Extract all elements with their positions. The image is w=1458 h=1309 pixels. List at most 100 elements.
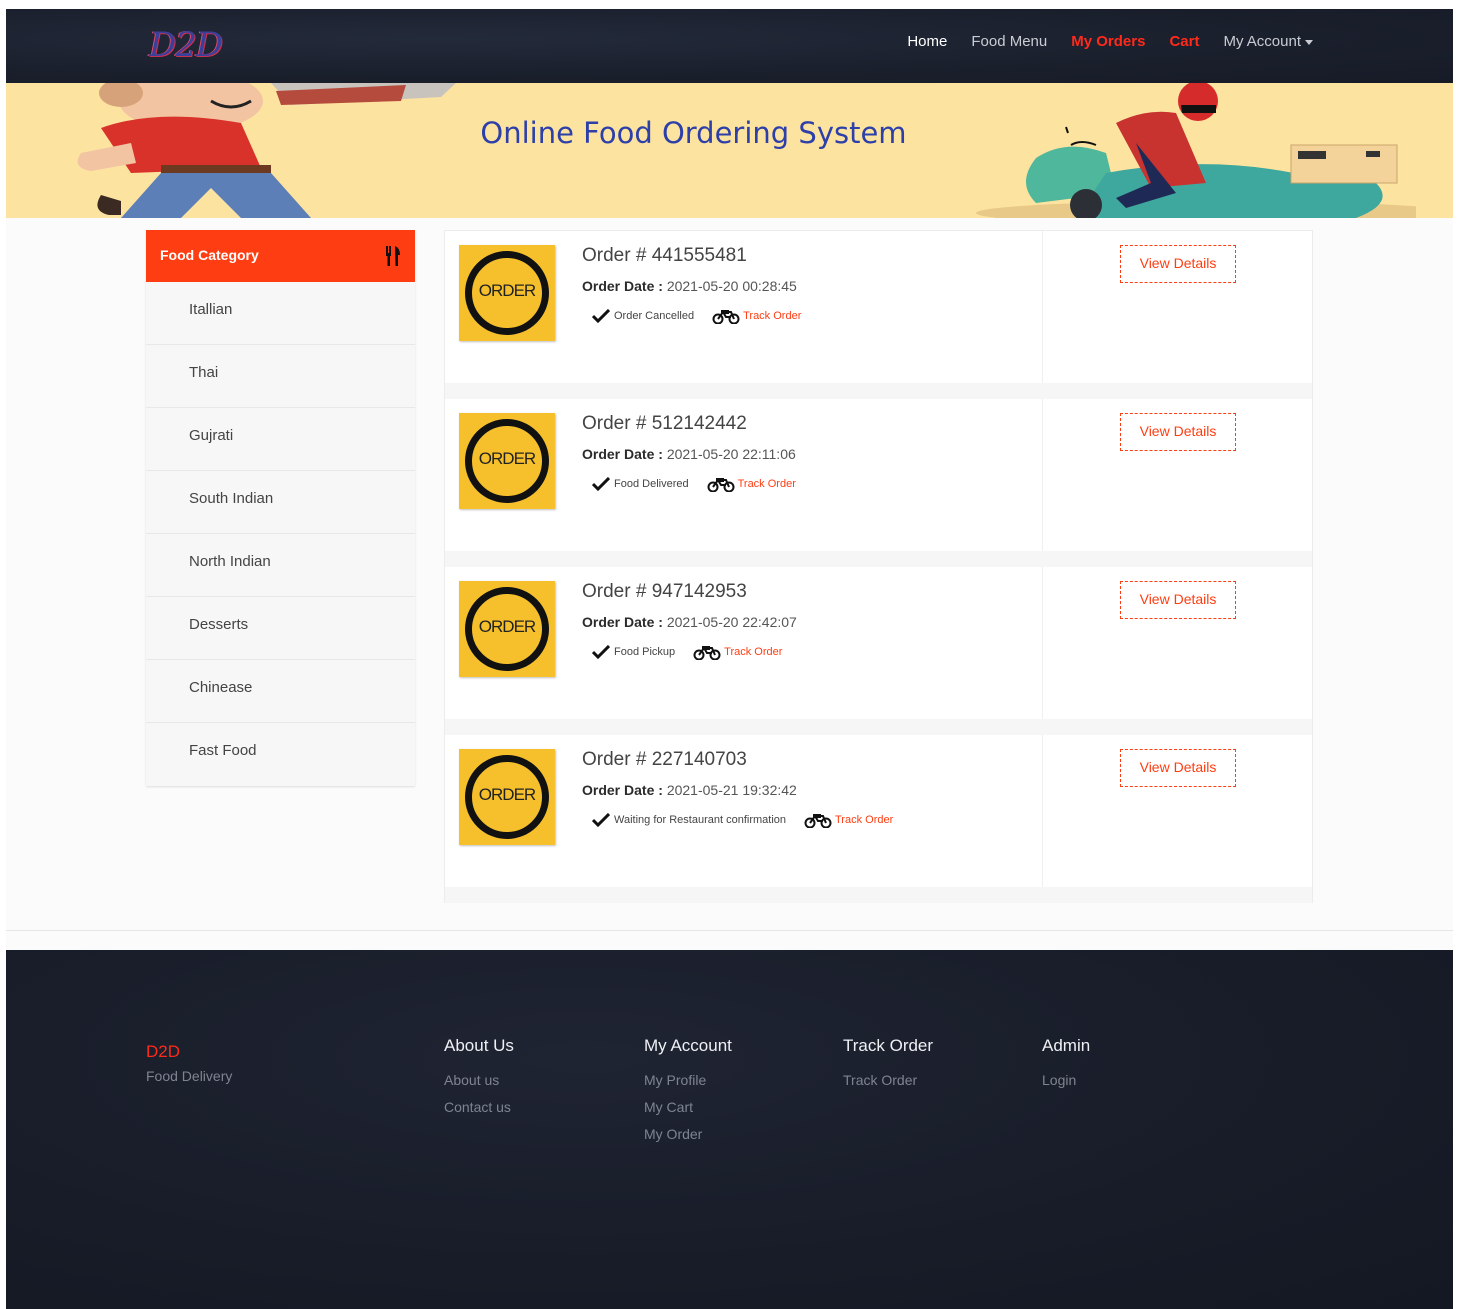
order-date: Order Date : 2021-05-20 00:28:45 (582, 278, 797, 294)
track-order-label: Track Order (743, 310, 802, 322)
footer-column-title: Admin (1042, 1036, 1091, 1055)
page: D2D Home Food Menu My Orders Cart My Acc… (6, 9, 1453, 1309)
view-details-button[interactable]: View Details (1120, 749, 1236, 787)
order-date-label: Order Date : (582, 446, 663, 462)
footer-link-login[interactable]: Login (1042, 1072, 1090, 1088)
footer-column-about: About Us About us Contact us (444, 1036, 514, 1126)
order-card: ORDER Order # 227140703 Order Date : 202… (445, 735, 1312, 903)
category-item-desserts[interactable]: Desserts (146, 597, 415, 660)
footer-brand: D2D Food Delivery (146, 1042, 232, 1084)
footer-column-title: My Account (644, 1036, 732, 1055)
category-item-fast-food[interactable]: Fast Food (146, 723, 415, 786)
order-thumbnail-label: ORDER (478, 281, 536, 300)
order-card: ORDER Order # 947142953 Order Date : 202… (445, 567, 1312, 735)
order-divider (445, 719, 1312, 735)
order-status-text: Food Pickup (614, 646, 676, 658)
category-item-thai[interactable]: Thai (146, 345, 415, 408)
track-order-link[interactable]: Track Order (804, 812, 893, 828)
order-actions-panel: View Details (1042, 399, 1312, 551)
order-date-value: 2021-05-21 19:32:42 (666, 782, 797, 798)
top-navbar: D2D Home Food Menu My Orders Cart My Acc… (6, 9, 1453, 83)
delivery-scooter-illustration (976, 83, 1416, 218)
order-status-row: Order Cancelled Track Order (592, 308, 801, 324)
food-category-title: Food Category (160, 247, 259, 263)
footer-column-my-account: My Account My Profile My Cart My Order (644, 1036, 732, 1153)
view-details-button[interactable]: View Details (1120, 581, 1236, 619)
track-order-label: Track Order (737, 478, 796, 490)
motorcycle-icon (712, 310, 740, 324)
category-item-gujrati[interactable]: Gujrati (146, 408, 415, 471)
motorcycle-icon (804, 814, 832, 828)
order-thumbnail: ORDER (459, 413, 555, 509)
footer-column-title: About Us (444, 1036, 514, 1055)
order-divider (445, 383, 1312, 399)
checkmark-icon (592, 309, 610, 323)
order-status-text: Order Cancelled (614, 310, 695, 322)
nav-my-account-dropdown[interactable]: My Account (1223, 33, 1313, 50)
category-item-north-indian[interactable]: North Indian (146, 534, 415, 597)
view-details-button[interactable]: View Details (1120, 245, 1236, 283)
order-date-label: Order Date : (582, 278, 663, 294)
order-date-label: Order Date : (582, 614, 663, 630)
category-item-south-indian[interactable]: South Indian (146, 471, 415, 534)
footer-column-title: Track Order (843, 1036, 934, 1055)
nav-home-link[interactable]: Home (907, 33, 947, 50)
food-category-sidebar: Food Category Itallian Thai Gujrati Sout… (146, 230, 415, 786)
motorcycle-icon (707, 478, 735, 492)
order-date-label: Order Date : (582, 782, 663, 798)
order-status-row: Food Delivered Track Order (592, 476, 796, 492)
track-order-link[interactable]: Track Order (693, 644, 782, 660)
site-footer: D2D Food Delivery About Us About us Cont… (6, 950, 1453, 1309)
order-divider (445, 551, 1312, 567)
order-number: Order # 947142953 (582, 581, 747, 602)
footer-link-my-cart[interactable]: My Cart (644, 1099, 732, 1115)
order-status-text: Waiting for Restaurant confirmation (614, 814, 786, 826)
order-date: Order Date : 2021-05-20 22:11:06 (582, 446, 796, 462)
footer-link-about-us[interactable]: About us (444, 1072, 514, 1088)
order-status-row: Food Pickup Track Order (592, 644, 782, 660)
order-status-row: Waiting for Restaurant confirmation Trac… (592, 812, 893, 828)
view-details-button[interactable]: View Details (1120, 413, 1236, 451)
order-thumbnail-label: ORDER (478, 617, 536, 636)
cartoon-chef-illustration (77, 83, 456, 218)
footer-link-contact-us[interactable]: Contact us (444, 1099, 514, 1115)
caret-down-icon (1305, 39, 1313, 45)
order-card: ORDER Order # 512142442 Order Date : 202… (445, 399, 1312, 567)
order-number: Order # 227140703 (582, 749, 747, 770)
order-thumbnail-label: ORDER (478, 449, 536, 468)
footer-link-my-profile[interactable]: My Profile (644, 1072, 732, 1088)
content-divider (6, 930, 1453, 931)
nav-cart-link[interactable]: Cart (1169, 33, 1199, 50)
nav-my-orders-link[interactable]: My Orders (1071, 33, 1145, 50)
orders-list: ORDER Order # 441555481 Order Date : 202… (444, 230, 1313, 903)
motorcycle-icon (693, 646, 721, 660)
order-actions-panel: View Details (1042, 735, 1312, 887)
order-thumbnail: ORDER (459, 245, 555, 341)
order-divider (445, 887, 1312, 903)
order-thumbnail-label: ORDER (478, 785, 536, 804)
order-thumbnail: ORDER (459, 581, 555, 677)
track-order-label: Track Order (724, 646, 783, 658)
order-number: Order # 512142442 (582, 413, 747, 434)
order-date: Order Date : 2021-05-21 19:32:42 (582, 782, 797, 798)
nav-menu: Home Food Menu My Orders Cart My Account (907, 33, 1313, 50)
order-actions-panel: View Details (1042, 567, 1312, 719)
category-item-itallian[interactable]: Itallian (146, 282, 415, 345)
footer-link-my-order[interactable]: My Order (644, 1126, 732, 1142)
cutlery-icon (386, 246, 400, 266)
order-card: ORDER Order # 441555481 Order Date : 202… (445, 231, 1312, 399)
track-order-link[interactable]: Track Order (707, 476, 796, 492)
footer-link-track-order[interactable]: Track Order (843, 1072, 933, 1088)
checkmark-icon (592, 813, 610, 827)
track-order-link[interactable]: Track Order (712, 308, 801, 324)
footer-column-track-order: Track Order Track Order (843, 1036, 933, 1099)
order-number: Order # 441555481 (582, 245, 747, 266)
order-actions-panel: View Details (1042, 231, 1312, 383)
order-date-value: 2021-05-20 00:28:45 (666, 278, 797, 294)
nav-food-menu-link[interactable]: Food Menu (971, 33, 1047, 50)
category-item-chinease[interactable]: Chinease (146, 660, 415, 723)
nav-my-account-label: My Account (1223, 33, 1301, 50)
site-logo[interactable]: D2D (149, 25, 223, 65)
order-status-text: Food Delivered (614, 478, 689, 490)
track-order-label: Track Order (835, 814, 894, 826)
